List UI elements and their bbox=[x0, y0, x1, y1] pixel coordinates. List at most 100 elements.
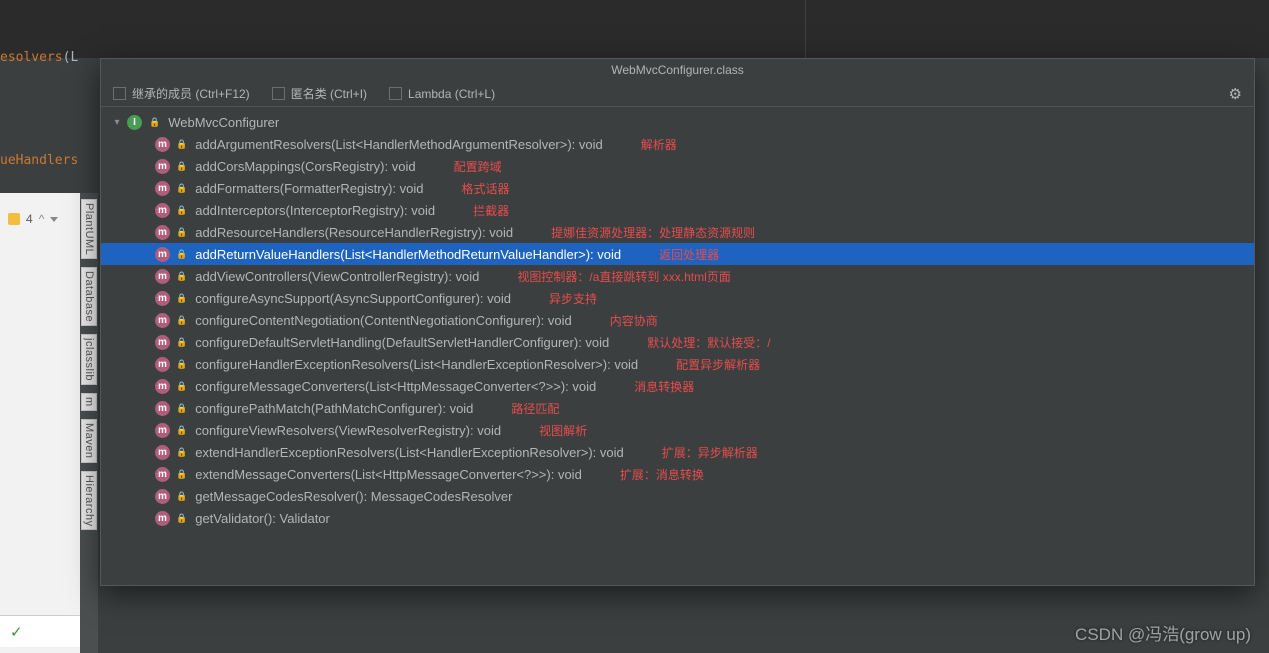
warning-count: 4 bbox=[26, 212, 33, 226]
check-icon: ✓ bbox=[10, 623, 23, 641]
tree-member[interactable]: m 🔒 addFormatters(FormatterRegistry): void… bbox=[101, 177, 1254, 199]
chevron-down-icon bbox=[50, 217, 58, 222]
member-signature: getValidator(): Validator bbox=[195, 511, 330, 526]
side-tab[interactable]: Hierarchy bbox=[81, 471, 97, 531]
lock-icon: 🔒 bbox=[176, 139, 187, 150]
tree-member[interactable]: m 🔒 addArgumentResolvers(List<HandlerMetho… bbox=[101, 133, 1254, 155]
lock-icon: 🔒 bbox=[176, 337, 187, 348]
annotation-label: 扩展：异步解析器 bbox=[662, 444, 758, 461]
method-icon: m bbox=[155, 203, 170, 218]
tree-member[interactable]: m 🔒 configureDefaultServletHandling(Defaul… bbox=[101, 331, 1254, 353]
tree-member[interactable]: m 🔒 addReturnValueHandlers(List<HandlerMet… bbox=[101, 243, 1254, 265]
annotation-label: 视图解析 bbox=[539, 422, 587, 439]
anonymous-checkbox[interactable]: 匿名类 (Ctrl+I) bbox=[272, 85, 367, 102]
tree-member[interactable]: m🔒configureMessageConverters(List<HttpMe… bbox=[101, 375, 1254, 397]
tree-member[interactable]: m 🔒 extendMessageConverters(List<HttpMessa… bbox=[101, 463, 1254, 485]
lambda-checkbox[interactable]: Lambda (Ctrl+L) bbox=[389, 87, 495, 101]
lock-icon: 🔒 bbox=[176, 183, 187, 194]
annotation-label: 拦截器 bbox=[473, 202, 509, 219]
root-name: WebMvcConfigurer bbox=[168, 115, 279, 130]
annotation-label: 路径匹配 bbox=[511, 400, 559, 417]
member-signature: addResourceHandlers(ResourceHandlerRegis… bbox=[195, 225, 513, 240]
method-icon: m bbox=[155, 467, 170, 482]
member-signature: getMessageCodesResolver(): MessageCodesR… bbox=[195, 489, 512, 504]
gear-icon[interactable]: ⚙ bbox=[1229, 85, 1242, 103]
method-icon: m bbox=[155, 137, 170, 152]
lock-icon: 🔒 bbox=[176, 513, 187, 524]
lock-icon: 🔒 bbox=[176, 403, 187, 414]
member-signature: addCorsMappings(CorsRegistry): void bbox=[195, 159, 415, 174]
checkbox-icon bbox=[272, 87, 285, 100]
lock-icon: 🔒 bbox=[176, 205, 187, 216]
member-signature: addViewControllers(ViewControllerRegistr… bbox=[195, 269, 479, 284]
member-signature: addReturnValueHandlers(List<HandlerMetho… bbox=[195, 247, 621, 262]
tree-root[interactable]: ▾ I 🔒 WebMvcConfigurer bbox=[101, 111, 1254, 133]
lock-icon: 🔒 bbox=[176, 315, 187, 326]
tree-member[interactable]: m🔒configureHandlerExceptionResolvers(Lis… bbox=[101, 353, 1254, 375]
method-icon: m bbox=[155, 247, 170, 262]
annotation-label: 视图控制器：/a直接跳转到 xxx.html页面 bbox=[517, 268, 730, 285]
member-signature: configureHandlerExceptionResolvers(List<… bbox=[195, 357, 638, 372]
side-tab[interactable]: m bbox=[81, 393, 97, 411]
popup-title: WebMvcConfigurer.class bbox=[101, 59, 1254, 81]
side-tab[interactable]: PlantUML bbox=[81, 199, 97, 259]
tree-member[interactable]: m 🔒 addInterceptors(InterceptorRegistry): … bbox=[101, 199, 1254, 221]
checkbox-icon bbox=[389, 87, 402, 100]
lock-icon: 🔒 bbox=[176, 381, 187, 392]
lock-icon: 🔒 bbox=[176, 227, 187, 238]
annotation-label: 返回处理器 bbox=[659, 246, 719, 263]
code-fragment: ueHandlers bbox=[0, 153, 78, 168]
side-tab[interactable]: Database bbox=[81, 267, 97, 326]
annotation-label: 内容协商 bbox=[610, 312, 658, 329]
side-tab[interactable]: jclasslib bbox=[81, 334, 97, 385]
annotation-label: 消息转换器 bbox=[634, 378, 694, 395]
tree-member[interactable]: m 🔒 getMessageCodesResolver(): MessageCode… bbox=[101, 485, 1254, 507]
member-signature: addArgumentResolvers(List<HandlerMethodA… bbox=[195, 137, 603, 152]
lock-icon: 🔒 bbox=[176, 249, 187, 260]
structure-tree[interactable]: ▾ I 🔒 WebMvcConfigurer m 🔒 addArgumentReso… bbox=[101, 107, 1254, 585]
method-icon: m bbox=[155, 291, 170, 306]
inherited-checkbox[interactable]: 继承的成员 (Ctrl+F12) bbox=[113, 85, 250, 102]
member-signature: addInterceptors(InterceptorRegistry): vo… bbox=[195, 203, 435, 218]
method-icon: m bbox=[155, 225, 170, 240]
tree-member[interactable]: m🔒addCorsMappings(CorsRegistry): void配置跨… bbox=[101, 155, 1254, 177]
annotation-label: 格式话器 bbox=[462, 180, 510, 197]
method-icon: m bbox=[155, 423, 170, 438]
side-tool-tabs: PlantUML Database jclasslib m Maven Hierarchy bbox=[80, 193, 98, 653]
method-icon: m bbox=[155, 181, 170, 196]
tree-member[interactable]: m🔒configureAsyncSupport(AsyncSupportConf… bbox=[101, 287, 1254, 309]
member-signature: extendHandlerExceptionResolvers(List<Han… bbox=[195, 445, 624, 460]
member-signature: configurePathMatch(PathMatchConfigurer):… bbox=[195, 401, 473, 416]
code-fragment: esolvers(L bbox=[0, 50, 78, 65]
tree-member[interactable]: m🔒extendHandlerExceptionResolvers(List<H… bbox=[101, 441, 1254, 463]
member-signature: configureMessageConverters(List<HttpMess… bbox=[195, 379, 596, 394]
annotation-label: 提娜佳资源处理器：处理静态资源规则 bbox=[551, 224, 755, 241]
tree-member[interactable]: m🔒getValidator(): Validator bbox=[101, 507, 1254, 529]
method-icon: m bbox=[155, 335, 170, 350]
tree-member[interactable]: m🔒addViewControllers(ViewControllerRegis… bbox=[101, 265, 1254, 287]
method-icon: m bbox=[155, 159, 170, 174]
tree-member[interactable]: m🔒configurePathMatch(PathMatchConfigurer… bbox=[101, 397, 1254, 419]
interface-icon: I bbox=[127, 115, 142, 130]
annotation-label: 扩展：消息转换 bbox=[620, 466, 704, 483]
method-icon: m bbox=[155, 445, 170, 460]
collapse-icon[interactable]: ▾ bbox=[111, 117, 123, 128]
side-tab[interactable]: Maven bbox=[81, 419, 97, 463]
tree-member[interactable]: m 🔒 addResourceHandlers(ResourceHandlerReg… bbox=[101, 221, 1254, 243]
member-signature: addFormatters(FormatterRegistry): void bbox=[195, 181, 423, 196]
problems-indicator[interactable]: 4 ^ bbox=[8, 212, 58, 226]
lock-icon: 🔒 bbox=[176, 469, 187, 480]
tree-member[interactable]: m🔒configureViewResolvers(ViewResolverReg… bbox=[101, 419, 1254, 441]
method-icon: m bbox=[155, 357, 170, 372]
watermark: CSDN @冯浩(grow up) bbox=[1075, 620, 1251, 645]
member-signature: configureDefaultServletHandling(DefaultS… bbox=[195, 335, 609, 350]
lock-icon: 🔒 bbox=[176, 161, 187, 172]
tree-member[interactable]: m🔒configureContentNegotiation(ContentNeg… bbox=[101, 309, 1254, 331]
warning-icon bbox=[8, 213, 20, 225]
member-signature: extendMessageConverters(List<HttpMessage… bbox=[195, 467, 582, 482]
method-icon: m bbox=[155, 489, 170, 504]
lock-icon: 🔒 bbox=[176, 491, 187, 502]
background-editor-strip bbox=[0, 193, 80, 653]
annotation-label: 解析器 bbox=[641, 136, 677, 153]
popup-toolbar: 继承的成员 (Ctrl+F12) 匿名类 (Ctrl+I) Lambda (Ct… bbox=[101, 81, 1254, 107]
